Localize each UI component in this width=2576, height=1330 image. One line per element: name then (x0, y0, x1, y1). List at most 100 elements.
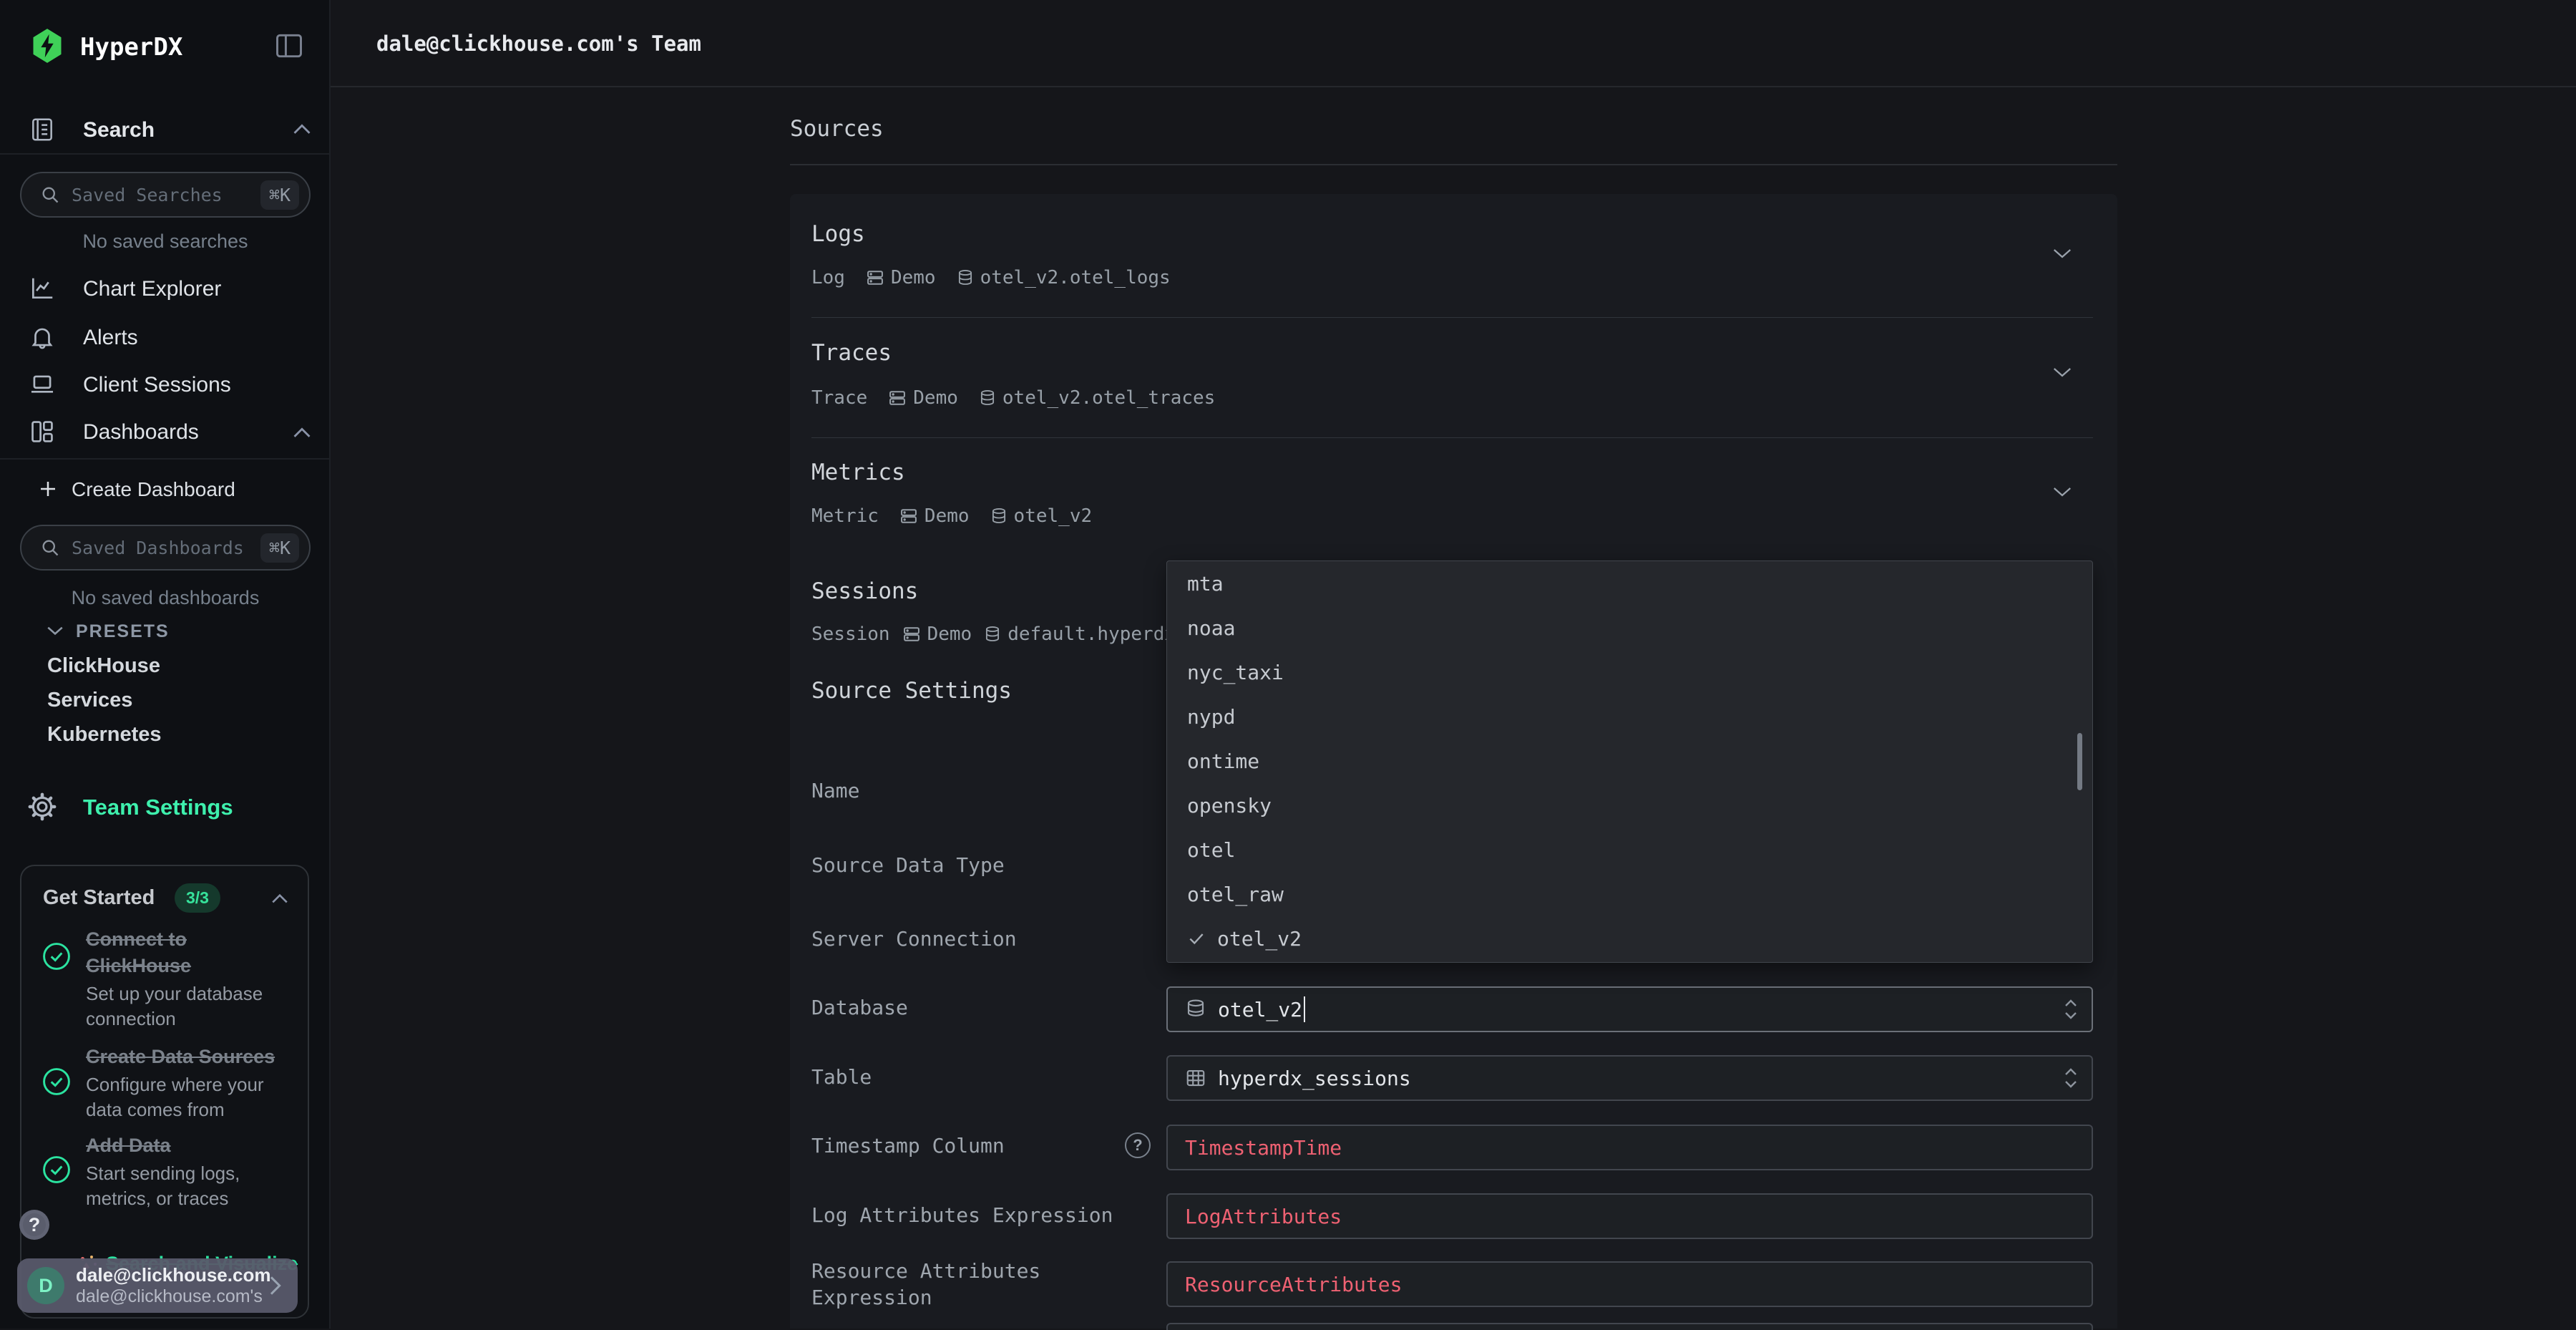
table-value: hyperdx_sessions (1218, 1067, 1411, 1090)
main-area: dale@clickhouse.com's Team Sources Logs L… (331, 0, 2576, 1329)
sidebar-item-search[interactable]: Search (83, 118, 155, 142)
create-dashboard-button[interactable]: Create Dashboard (72, 478, 235, 501)
team-title: dale@clickhouse.com's Team (376, 31, 701, 56)
connection-icon (899, 506, 919, 526)
dropdown-option-otel_v2[interactable]: otel_v2 (1167, 916, 2092, 961)
dropdown-option-otel_raw[interactable]: otel_raw (1167, 872, 2092, 916)
dropdown-option-otel[interactable]: otel (1167, 827, 2092, 872)
database-icon (956, 268, 975, 287)
source-meta-row: LogDemootel_v2.otel_logs (811, 263, 1171, 292)
divider (790, 164, 2117, 165)
hyperdx-app: HyperDX Search Saved Searches ⌘K No save… (0, 0, 2576, 1329)
dropdown-option-nypd[interactable]: nypd (1167, 694, 2092, 739)
chevron-right-icon (266, 1275, 283, 1296)
name-label: Name (811, 777, 1141, 804)
avatar: D (27, 1267, 64, 1304)
saved-dashboards-input[interactable]: Saved Dashboards ⌘K (20, 525, 311, 571)
sidebar-item-dashboards[interactable]: Dashboards (0, 412, 331, 452)
page-title: Sources (790, 116, 884, 142)
check-circle-icon (41, 941, 72, 972)
check-circle-icon (41, 1066, 72, 1097)
source-section-title: Metrics (811, 460, 905, 485)
dropdown-option-nyc_taxi[interactable]: nyc_taxi (1167, 650, 2092, 694)
collapse-sidebar-button[interactable] (273, 30, 305, 62)
app-title: HyperDX (80, 33, 182, 62)
timestamp-column-label: Timestamp Column (811, 1132, 1141, 1159)
database-icon (1185, 999, 1206, 1020)
search-icon (40, 538, 60, 558)
database-label: Database (811, 994, 1141, 1021)
user-org: dale@clickhouse.com's (76, 1286, 266, 1307)
dropdown-scrollbar[interactable] (2077, 733, 2082, 790)
search-icon (40, 185, 60, 205)
dropdown-option-noaa[interactable]: noaa (1167, 606, 2092, 650)
sidebar-item-client-sessions[interactable]: Client Sessions (0, 365, 331, 405)
no-saved-searches-note: No saved searches (0, 230, 331, 253)
chevron-down-icon[interactable] (2051, 246, 2073, 261)
resource-attributes-input[interactable]: ResourceAttributes (1166, 1261, 2093, 1307)
select-chevrons-icon[interactable] (2063, 1066, 2079, 1090)
database-icon (978, 389, 997, 407)
user-email: dale@clickhouse.com (76, 1264, 266, 1286)
source-section-title: Sessions (811, 578, 918, 604)
sidebar: HyperDX Search Saved Searches ⌘K No save… (0, 0, 331, 1329)
resource-attributes-value: ResourceAttributes (1185, 1273, 1402, 1296)
sidebar-item-team-settings[interactable]: Team Settings (83, 795, 233, 820)
timestamp-column-input[interactable]: TimestampTime (1166, 1125, 2093, 1170)
chevron-down-icon[interactable] (2051, 484, 2073, 500)
search-section-icon (29, 116, 56, 143)
source-meta-row: TraceDemootel_v2.otel_traces (811, 384, 1215, 412)
timestamp-column-value: TimestampTime (1185, 1136, 1342, 1160)
gear-icon (27, 792, 57, 822)
dropdown-option-mta[interactable]: mta (1167, 561, 2092, 606)
chevron-up-icon[interactable] (292, 122, 312, 136)
connection-icon (887, 388, 907, 408)
log-attributes-label: Log Attributes Expression (811, 1202, 1141, 1228)
bell-icon (29, 324, 56, 351)
database-input[interactable]: otel_v2 (1166, 986, 2093, 1032)
presets-header[interactable]: PRESETS (76, 621, 170, 642)
chevron-down-icon[interactable] (46, 624, 64, 637)
table-input[interactable]: hyperdx_sessions (1166, 1055, 2093, 1101)
sidebar-item-alerts[interactable]: Alerts (0, 318, 331, 358)
chevron-up-icon[interactable] (270, 892, 289, 905)
database-icon (990, 507, 1008, 525)
saved-searches-placeholder: Saved Searches (72, 185, 260, 205)
get-started-title: Get Started (43, 886, 155, 910)
preset-clickhouse[interactable]: ClickHouse (47, 654, 160, 678)
plus-icon (37, 478, 59, 500)
topbar: dale@clickhouse.com's Team (331, 0, 2576, 87)
source-section-title: Logs (811, 221, 865, 247)
check-icon (1187, 929, 1206, 948)
source-data-type-label: Source Data Type (811, 852, 1141, 878)
dropdown-option-ontime[interactable]: ontime (1167, 739, 2092, 783)
preset-services[interactable]: Services (47, 689, 132, 712)
user-menu[interactable]: D dale@clickhouse.com dale@clickhouse.co… (17, 1258, 298, 1313)
get-started-progress-badge: 3/3 (175, 883, 220, 913)
chart-explorer-icon (29, 275, 56, 302)
shortcut-badge: ⌘K (260, 533, 299, 563)
laptop-icon (29, 371, 56, 398)
sidebar-item-chart-explorer[interactable]: Chart Explorer (0, 269, 331, 309)
log-attributes-input[interactable]: LogAttributes (1166, 1193, 2093, 1239)
database-value: otel_v2 (1218, 998, 1302, 1021)
help-circle-icon[interactable]: ? (1125, 1132, 1151, 1158)
dropdown-option-opensky[interactable]: opensky (1167, 783, 2092, 827)
chevron-down-icon[interactable] (2051, 364, 2073, 380)
help-question-mark: ? (29, 1214, 41, 1236)
next-input-partial[interactable] (1166, 1323, 2093, 1330)
database-icon (983, 625, 1002, 644)
help-button[interactable]: ? (19, 1210, 49, 1240)
preset-kubernetes[interactable]: Kubernetes (47, 723, 162, 747)
shortcut-badge: ⌘K (260, 180, 299, 210)
server-connection-label: Server Connection (811, 926, 1141, 952)
chevron-up-icon[interactable] (292, 425, 312, 440)
check-circle-icon (41, 1154, 72, 1185)
saved-searches-input[interactable]: Saved Searches ⌘K (20, 172, 311, 218)
source-meta-row: SessionDemodefault.hyperdx_s (811, 620, 1166, 649)
table-icon (1185, 1067, 1206, 1089)
get-started-card: Get Started 3/3 Connect to ClickHouseSet… (20, 865, 309, 1319)
table-label: Table (811, 1064, 1141, 1090)
select-chevrons-icon[interactable] (2063, 997, 2079, 1021)
hyperdx-logo-icon (29, 27, 66, 64)
